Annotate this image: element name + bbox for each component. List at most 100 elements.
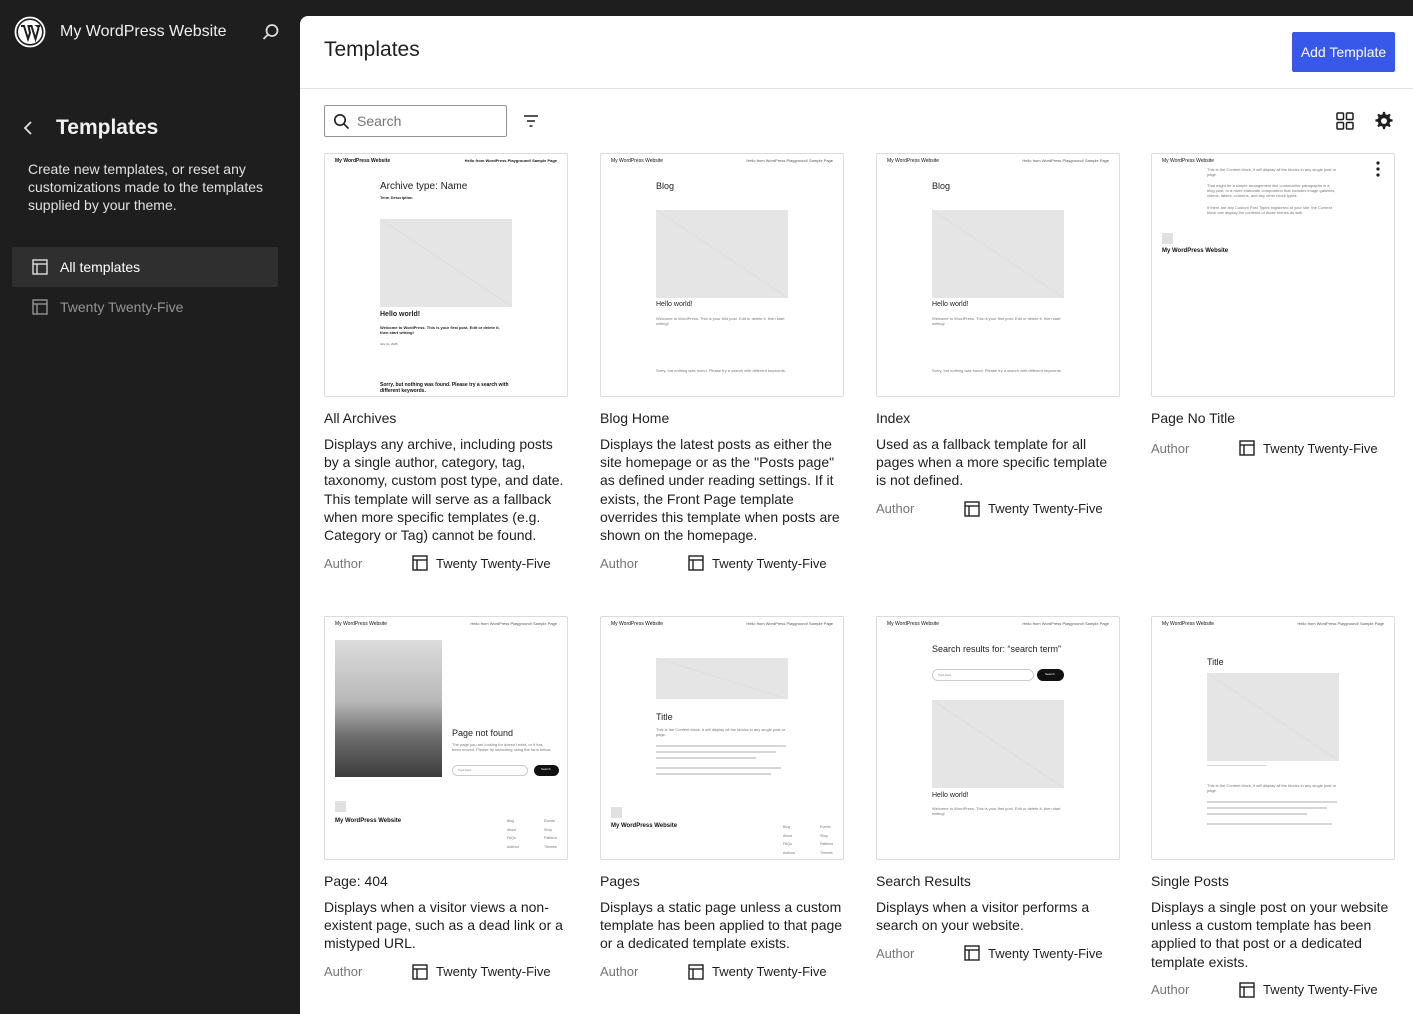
preview-nav: Hello from WordPress Playground! Sample … (746, 621, 833, 626)
template-card-all-archives[interactable]: My WordPress Website Hello from WordPres… (324, 153, 568, 573)
author-label: Author (600, 964, 639, 980)
theme-name: Twenty Twenty-Five (436, 555, 551, 571)
author-label: Author (1151, 982, 1190, 998)
preview-footer-site-title: My WordPress Website (611, 823, 678, 829)
template-meta: Author Twenty Twenty-Five (600, 553, 844, 573)
template-meta: Author Twenty Twenty-Five (1151, 438, 1395, 458)
template-card-blog-home[interactable]: My WordPress Website Hello from WordPres… (600, 153, 844, 573)
template-preview[interactable]: My WordPress Website Hello from WordPres… (600, 153, 844, 397)
author-label: Author (324, 964, 363, 980)
preview-input-placeholder: Type here (938, 673, 952, 677)
template-card-page-404[interactable]: My WordPress Website Hello from WordPres… (324, 616, 568, 982)
template-title[interactable]: All Archives (324, 410, 568, 426)
site-title[interactable]: My WordPress Website (60, 23, 227, 41)
site-logo-placeholder (335, 801, 346, 812)
template-title[interactable]: Page No Title (1151, 410, 1395, 426)
preview-nav: Hello from WordPress Playground! Sample … (1022, 621, 1109, 626)
preview-nav: Hello from WordPress Playground! Sample … (1022, 158, 1109, 163)
author-label: Author (876, 501, 915, 517)
template-title[interactable]: Pages (600, 873, 844, 889)
template-title[interactable]: Single Posts (1151, 873, 1395, 889)
more-actions-icon[interactable] (1370, 160, 1386, 178)
image-placeholder (1207, 673, 1339, 761)
preview-heading: Title (1207, 657, 1224, 667)
template-preview[interactable]: My WordPress Website Hello from WordPres… (600, 616, 844, 860)
preview-site-title: My WordPress Website (887, 621, 940, 627)
gear-icon[interactable] (1373, 110, 1395, 132)
preview-site-title: My WordPress Website (887, 158, 940, 164)
template-card-single-posts[interactable]: My WordPress Website Hello from WordPres… (1151, 616, 1395, 1000)
image-placeholder (656, 658, 788, 699)
text-line (656, 757, 756, 759)
preview-heading: Blog (932, 181, 951, 191)
preview-footer-site-title: My WordPress Website (335, 818, 402, 824)
template-card-page-no-title[interactable]: My WordPress Website This is the Content… (1151, 153, 1395, 458)
preview-post-title: Hello world! (380, 311, 421, 318)
template-card-index[interactable]: My WordPress Website Hello from WordPres… (876, 153, 1120, 519)
image-placeholder (932, 210, 1064, 298)
chevron-left-icon[interactable] (18, 116, 38, 140)
grid-view-icon[interactable] (1335, 111, 1355, 131)
add-template-button[interactable]: Add Template (1292, 32, 1395, 72)
preview-button-label: Search (1045, 672, 1055, 676)
wordpress-logo-icon[interactable] (14, 16, 46, 48)
preview-heading: Title (656, 712, 673, 722)
template-title[interactable]: Page: 404 (324, 873, 568, 889)
preview-site-title: My WordPress Website (611, 158, 664, 164)
site-logo-placeholder (611, 807, 622, 818)
preview-body-text: This is the Content block, it will displ… (1207, 783, 1337, 793)
text-line (1207, 823, 1332, 825)
filter-icon[interactable] (522, 112, 540, 130)
template-meta: Author Twenty Twenty-Five (876, 943, 1120, 963)
toolbar: Search (324, 105, 1395, 137)
preview-post-title: Hello world! (932, 301, 969, 308)
theme-name: Twenty Twenty-Five (436, 964, 551, 980)
search-icon[interactable] (262, 23, 280, 41)
template-preview[interactable]: My WordPress Website Hello from WordPres… (1151, 616, 1395, 860)
preview-post-title: Hello world! (932, 792, 969, 799)
layout-icon (32, 259, 48, 275)
template-description: Displays a single post on your website u… (1151, 899, 1389, 970)
sidebar-item-all-templates[interactable]: All templates (12, 247, 278, 287)
layout-icon (964, 500, 980, 517)
template-meta: Author Twenty Twenty-Five (876, 499, 1120, 519)
preview-excerpt: Welcome to WordPress. This is your first… (380, 325, 500, 335)
preview-search-button: Search (534, 765, 559, 776)
preview-excerpt: The page you are looking for doesn't exi… (452, 742, 552, 752)
template-description: Displays when a visitor views a non-exis… (324, 899, 563, 952)
template-title[interactable]: Index (876, 410, 1120, 426)
preview-excerpt: Welcome to WordPress. This is your first… (932, 806, 1061, 816)
text-line (656, 745, 786, 747)
preview-footer-text: Sorry, but nothing was found. Please try… (932, 368, 1062, 373)
preview-site-title: My WordPress Website (1162, 158, 1215, 164)
preview-subheading: Term Description (380, 195, 413, 200)
preview-excerpt: Welcome to WordPress. This is your first… (932, 316, 1061, 326)
preview-nav: Hello from WordPress Playground! Sample … (1297, 621, 1384, 626)
preview-footer-text: Sorry, but nothing was found. Please try… (656, 368, 786, 373)
sidebar-title: Templates (56, 116, 159, 139)
search-input[interactable]: Search (324, 105, 507, 137)
template-preview[interactable]: My WordPress Website Hello from WordPres… (324, 616, 568, 860)
template-preview[interactable]: My WordPress Website Hello from WordPres… (324, 153, 568, 397)
text-line (1207, 801, 1337, 803)
template-preview[interactable]: My WordPress Website Hello from WordPres… (876, 616, 1120, 860)
template-title[interactable]: Blog Home (600, 410, 844, 426)
preview-footer-links: Events Shop Patterns Themes (820, 825, 834, 855)
sidebar-item-twenty-twenty-five[interactable]: Twenty Twenty-Five (12, 287, 278, 327)
preview-search-button: Search (1037, 669, 1064, 681)
preview-site-title: My WordPress Website (611, 621, 664, 627)
theme-name: Twenty Twenty-Five (988, 945, 1103, 961)
image-placeholder (380, 219, 512, 307)
template-title[interactable]: Search Results (876, 873, 1120, 889)
template-card-search-results[interactable]: My WordPress Website Hello from WordPres… (876, 616, 1120, 963)
template-preview[interactable]: My WordPress Website Hello from WordPres… (876, 153, 1120, 397)
template-preview[interactable]: My WordPress Website This is the Content… (1151, 153, 1395, 397)
preview-date: July 11, 2025 (380, 342, 398, 346)
layout-icon (688, 963, 704, 980)
preview-search-input: Type here (932, 669, 1034, 681)
sidebar-item-label: Twenty Twenty-Five (60, 299, 184, 315)
preview-footer-links: Events Shop Patterns Themes (544, 819, 558, 849)
template-card-pages[interactable]: My WordPress Website Hello from WordPres… (600, 616, 844, 982)
preview-heading: Blog (656, 181, 675, 191)
preview-site-title: My WordPress Website (335, 158, 391, 164)
